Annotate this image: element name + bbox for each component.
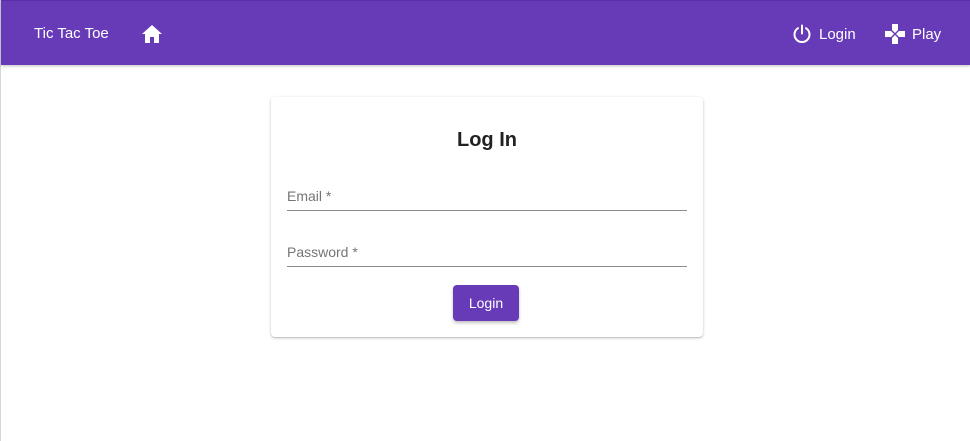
card-title: Log In xyxy=(457,129,517,151)
app-title[interactable]: Tic Tac Toe xyxy=(34,25,109,43)
gamepad-icon xyxy=(884,23,906,45)
nav-play-label: Play xyxy=(912,25,942,43)
login-card: Log In Login xyxy=(271,97,703,337)
nav-play-button[interactable]: Play xyxy=(884,22,941,46)
email-field-wrapper xyxy=(287,181,687,211)
page: Tic Tac Toe Login Play Log In Email * Lo… xyxy=(0,0,970,441)
app-bar: Tic Tac Toe Login Play xyxy=(1,0,970,65)
password-field[interactable] xyxy=(287,237,687,266)
home-button[interactable] xyxy=(139,21,165,47)
nav-login-button[interactable]: Login xyxy=(791,22,856,46)
power-icon xyxy=(791,23,813,45)
nav-login-label: Login xyxy=(819,25,856,43)
password-field-wrapper xyxy=(287,237,687,267)
home-icon xyxy=(142,25,162,43)
email-field[interactable] xyxy=(287,181,687,210)
login-submit-button[interactable]: Login xyxy=(453,285,519,321)
